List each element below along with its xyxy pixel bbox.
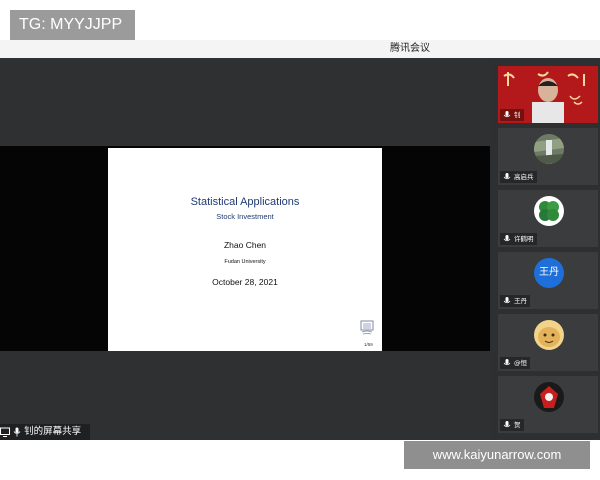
screen-share-area: Statistical Applications Stock Investmen… — [0, 58, 490, 440]
university-logo-icon — [360, 320, 374, 335]
waterfall-avatar-icon — [534, 134, 564, 164]
screen-share-label: 钊的屏幕共享 — [24, 426, 82, 437]
slide-author: Zhao Chen — [223, 240, 267, 250]
mic-icon — [503, 111, 511, 118]
cartoon-avatar-icon — [534, 320, 564, 350]
participant-tile[interactable]: 许鹤明 — [498, 190, 598, 247]
participant-name: 王丹 — [500, 295, 530, 307]
participant-panel: 钊 高启兵 许鹤明 王丹 王丹 @恒 贺 — [494, 66, 600, 438]
watermark-tag-top: TG: MYYJJPP — [10, 10, 135, 40]
mic-icon — [503, 359, 511, 366]
window-title: 腾讯会议 — [390, 43, 430, 54]
screen-share-icon — [0, 427, 10, 437]
participant-name: 许鹤明 — [500, 233, 537, 245]
participant-name: 钊 — [500, 109, 524, 121]
slide-title: Statistical Applications — [190, 196, 300, 208]
red-logo-avatar-icon — [534, 382, 564, 412]
participant-tile[interactable]: @恒 — [498, 314, 598, 371]
participant-tile[interactable]: 高启兵 — [498, 128, 598, 185]
mic-icon — [503, 173, 511, 180]
participant-tile[interactable]: 贺 — [498, 376, 598, 433]
participant-tile[interactable]: 钊 — [498, 66, 598, 123]
presentation-slide: Statistical Applications Stock Investmen… — [108, 148, 382, 351]
participant-tile[interactable]: 王丹 王丹 — [498, 252, 598, 309]
window-titlebar: 腾讯会议 — [0, 40, 600, 58]
mic-icon — [13, 427, 21, 436]
meeting-window: Statistical Applications Stock Investmen… — [0, 58, 600, 440]
participant-name: 贺 — [500, 419, 524, 431]
slide-date: October 28, 2021 — [212, 277, 278, 287]
slide-page-number: 1/59 — [364, 342, 373, 347]
text-avatar: 王丹 — [534, 258, 564, 288]
slide-institution: Fudan University — [224, 259, 266, 265]
watermark-tag-bottom: www.kaiyunarrow.com — [404, 441, 590, 469]
participant-name: 高启兵 — [500, 171, 537, 183]
participant-name: @恒 — [500, 357, 530, 369]
clover-avatar-icon — [534, 196, 564, 226]
mic-icon — [503, 421, 511, 428]
screen-share-indicator[interactable]: 钊的屏幕共享 — [0, 424, 90, 440]
mic-icon — [503, 297, 511, 304]
mic-icon — [503, 235, 511, 242]
slide-subtitle: Stock Investment — [216, 212, 274, 221]
